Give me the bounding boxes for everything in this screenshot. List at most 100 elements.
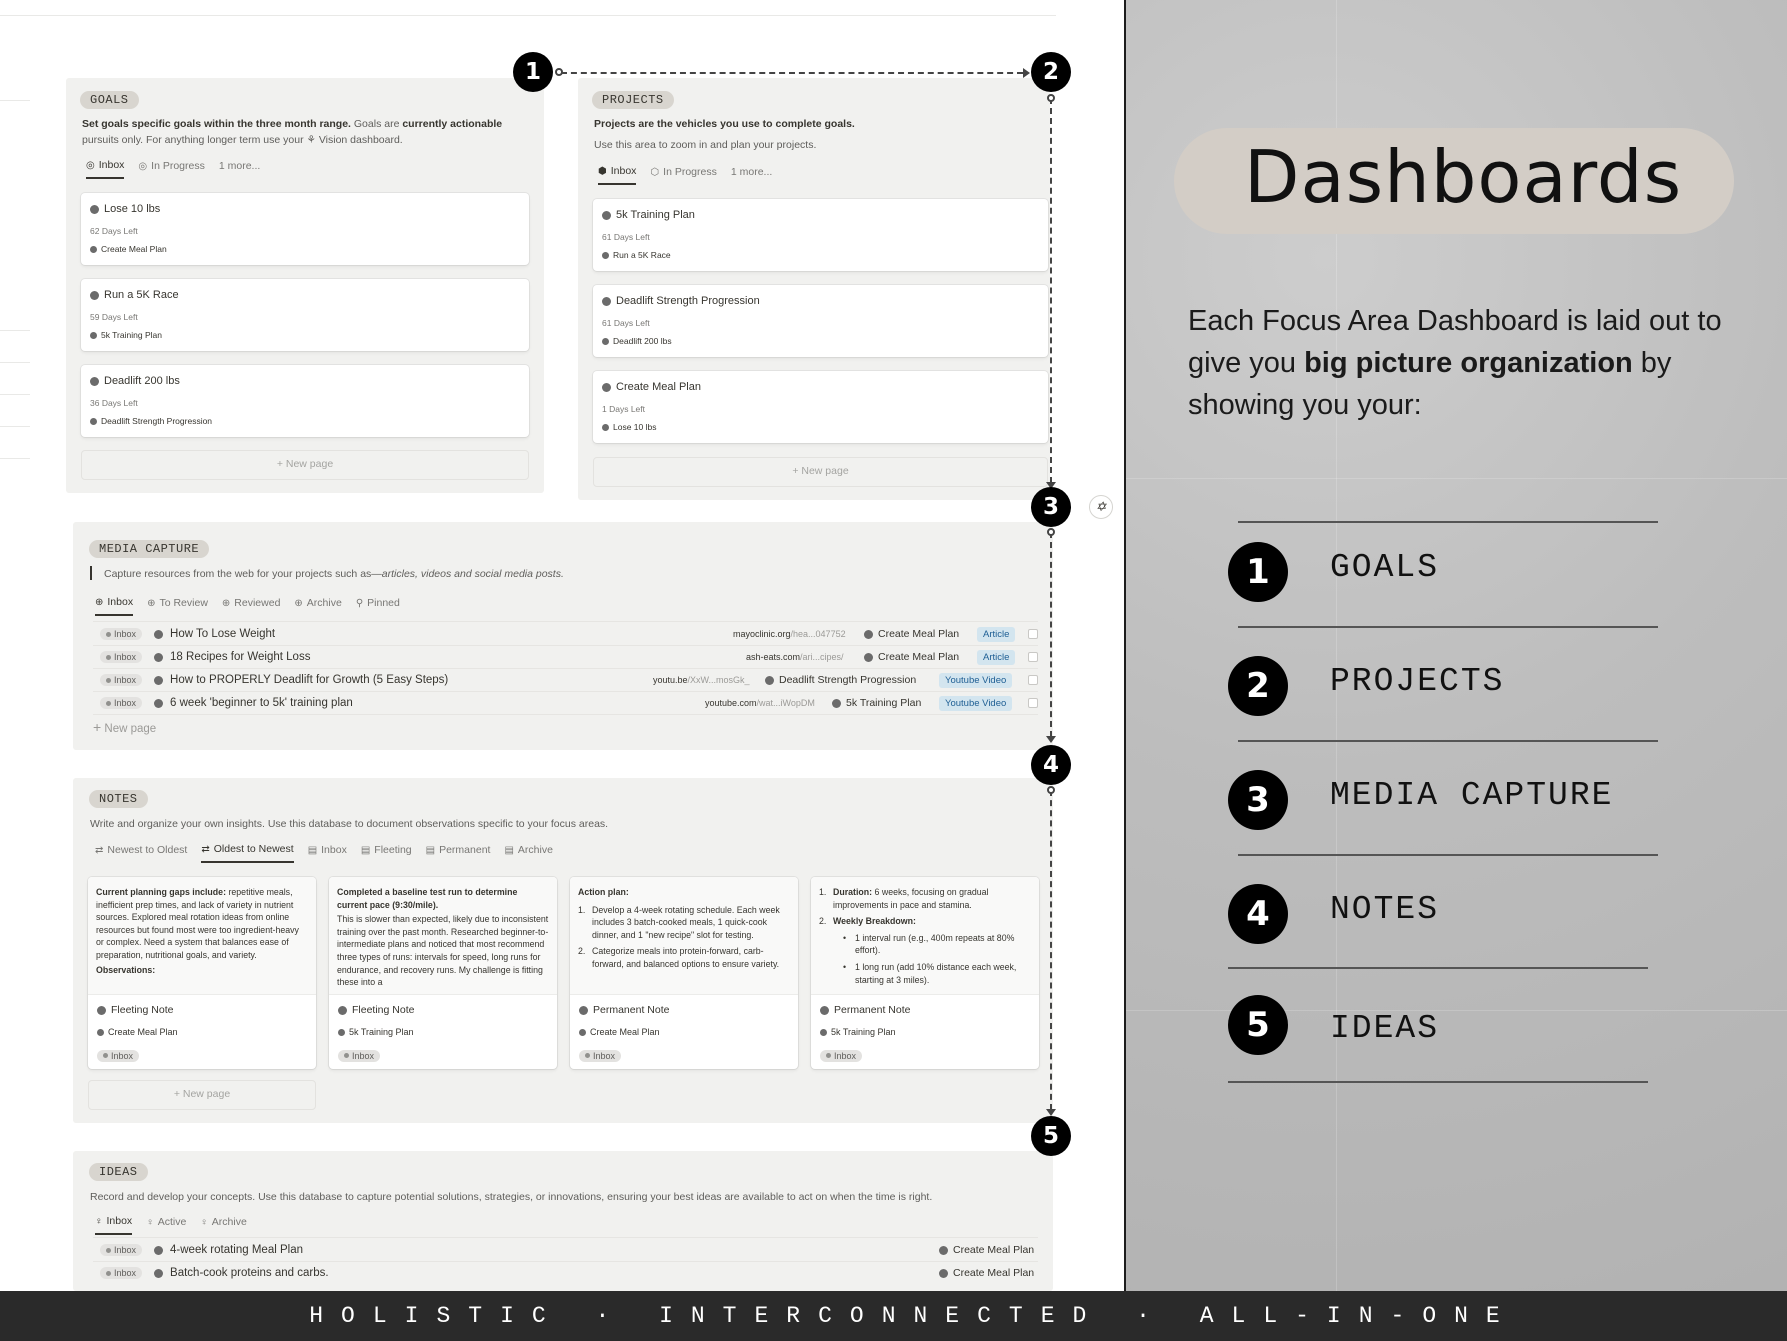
- document-icon: ▤: [307, 844, 318, 856]
- table-row[interactable]: Inbox Batch-cook proteins and carbs.: [100, 1262, 1020, 1284]
- related-goal[interactable]: Deadlift 200 lbs: [613, 336, 672, 346]
- related-project[interactable]: 5k Training Plan: [832, 697, 921, 709]
- media-url[interactable]: youtu.be/XxW...mosGk_: [653, 675, 750, 685]
- projects-description: Projects are the vehicles you use to com…: [594, 118, 855, 151]
- related-project[interactable]: Deadlift Strength Progression: [101, 416, 212, 426]
- project-icon: [864, 629, 873, 639]
- related-project[interactable]: 5k Training Plan: [101, 330, 162, 340]
- related-project[interactable]: 5k Training Plan: [831, 1027, 896, 1037]
- project-icon: [97, 1028, 104, 1036]
- status-badge: Inbox: [338, 1049, 381, 1062]
- checkbox[interactable]: [1028, 698, 1038, 708]
- person-icon: [154, 698, 164, 708]
- media-title[interactable]: How to PROPERLY Deadlift for Growth (5 E…: [170, 674, 448, 686]
- note-icon: [820, 1005, 829, 1015]
- top-divider: [0, 15, 1056, 16]
- vision-link[interactable]: Vision: [319, 134, 347, 146]
- goal-card[interactable]: Lose 10 lbs 62 Days Left Create Meal Pla…: [81, 193, 529, 265]
- tab-notes-permanent[interactable]: ▤ Permanent: [426, 843, 491, 863]
- notes-tabs: ⇄ Newest to Oldest ⇄ Oldest to Newest ▤ Inb…: [95, 843, 553, 863]
- checkbox[interactable]: [1028, 652, 1038, 662]
- list-divider: [1238, 626, 1658, 628]
- related-project[interactable]: Create Meal Plan: [108, 1027, 178, 1037]
- media-title[interactable]: How To Lose Weight: [170, 628, 275, 640]
- tab-projects-more[interactable]: 1 more...: [731, 165, 772, 185]
- related-project[interactable]: Deadlift Strength Progression: [765, 674, 916, 686]
- related-project[interactable]: Create Meal Plan: [939, 1244, 1034, 1256]
- note-card[interactable]: Action plan: 1. Develop a 4-week rotating…: [570, 877, 798, 1069]
- media-url[interactable]: ash-eats.com/ari...cipes/: [746, 652, 844, 662]
- dashboards-info-panel: Dashboards Each Focus Area Dashboard is …: [1126, 0, 1787, 1291]
- project-card[interactable]: 5k Training Plan 61 Days Left Run a 5K R…: [593, 199, 1048, 271]
- tab-media-to-review[interactable]: ⊕ To Review: [147, 596, 208, 616]
- related-goal[interactable]: Run a 5K Race: [613, 250, 671, 260]
- related-project[interactable]: Create Meal Plan: [864, 651, 959, 663]
- list-item-label: NOTES: [1330, 891, 1440, 928]
- tab-projects-in-progress[interactable]: ⬡ In Progress: [650, 165, 716, 185]
- related-goal[interactable]: Lose 10 lbs: [613, 422, 656, 432]
- checkbox[interactable]: [1028, 629, 1038, 639]
- lightbulb-icon: [154, 1245, 164, 1255]
- globe-icon: ⊕: [221, 597, 231, 609]
- tab-newest-to-oldest[interactable]: ⇄ Newest to Oldest: [95, 843, 187, 863]
- new-page-button[interactable]: + New page: [93, 719, 156, 735]
- checkbox[interactable]: [1028, 675, 1038, 685]
- tab-goals-inbox[interactable]: ◎ Inbox: [86, 159, 125, 179]
- projects-tag: PROJECTS: [592, 91, 674, 109]
- note-card[interactable]: Completed a baseline test run to determi…: [329, 877, 557, 1069]
- tab-notes-inbox[interactable]: ▤ Inbox: [308, 843, 347, 863]
- tab-goals-more[interactable]: 1 more...: [219, 159, 260, 179]
- notes-description: Write and organize your own insights. Us…: [90, 818, 609, 830]
- list-divider: [1238, 854, 1658, 856]
- related-project[interactable]: Create Meal Plan: [590, 1027, 660, 1037]
- project-card[interactable]: Create Meal Plan 1 Days Left Lose 10 lbs: [593, 371, 1048, 443]
- related-project[interactable]: Create Meal Plan: [864, 628, 959, 640]
- idea-title[interactable]: 4-week rotating Meal Plan: [170, 1244, 303, 1256]
- table-row[interactable]: Inbox 4-week rotating Meal Plan: [100, 1239, 1020, 1261]
- list-divider: [1238, 521, 1658, 523]
- list-number: 1: [1228, 542, 1288, 602]
- media-url[interactable]: mayoclinic.org/hea...047752: [733, 629, 846, 639]
- tab-notes-archive[interactable]: ▤ Archive: [504, 843, 552, 863]
- list-item-label: MEDIA CAPTURE: [1330, 777, 1614, 814]
- media-title[interactable]: 6 week 'beginner to 5k' training plan: [170, 697, 353, 709]
- new-page-button[interactable]: + New page: [81, 450, 529, 480]
- related-project[interactable]: Create Meal Plan: [101, 244, 167, 254]
- page-title: Dashboards: [1244, 135, 1683, 219]
- goal-card[interactable]: Deadlift 200 lbs 36 Days Left Deadlift S…: [81, 365, 529, 437]
- type-tag: Youtube Video: [939, 696, 1013, 711]
- note-card[interactable]: 1. Duration: 6 weeks, focusing on gradual…: [811, 877, 1039, 1069]
- document-icon: ▤: [425, 844, 436, 856]
- goal-icon: [602, 337, 609, 345]
- new-page-button[interactable]: + New page: [88, 1080, 316, 1110]
- tab-media-archive[interactable]: ⊕ Archive: [294, 596, 341, 616]
- globe-icon: ⊕: [95, 596, 104, 608]
- tab-ideas-archive[interactable]: ♀ Archive: [200, 1215, 247, 1235]
- note-card[interactable]: Current planning gaps include: repetitiv…: [88, 877, 316, 1069]
- tab-ideas-active[interactable]: ♀ Active: [146, 1215, 186, 1235]
- tab-media-pinned[interactable]: ⚲ Pinned: [356, 596, 400, 616]
- idea-title[interactable]: Batch-cook proteins and carbs.: [170, 1267, 329, 1279]
- tab-oldest-to-newest[interactable]: ⇄ Oldest to Newest: [201, 843, 294, 863]
- ideas-tabs: ♀ Inbox ♀ Active ♀ Archive: [95, 1215, 247, 1235]
- arrow-right-icon: [1023, 68, 1030, 78]
- tab-projects-inbox[interactable]: ⬢ Inbox: [598, 165, 637, 185]
- goal-card[interactable]: Run a 5K Race 59 Days Left 5k Training P…: [81, 279, 529, 351]
- related-project[interactable]: Create Meal Plan: [939, 1267, 1034, 1279]
- tab-ideas-inbox[interactable]: ♀ Inbox: [95, 1215, 133, 1235]
- row-divider: [93, 714, 1038, 715]
- connector-line: [1050, 532, 1052, 737]
- sort-icon: ⇄: [95, 844, 104, 856]
- new-page-button[interactable]: + New page: [593, 457, 1048, 487]
- tab-notes-fleeting[interactable]: ▤ Fleeting: [361, 843, 412, 863]
- goals-description: Set goals specific goals within the thre…: [82, 118, 503, 146]
- note-preview: 1. Duration: 6 weeks, focusing on gradual…: [811, 877, 1039, 995]
- project-card[interactable]: Deadlift Strength Progression 61 Days Le…: [593, 285, 1048, 357]
- related-project[interactable]: 5k Training Plan: [349, 1027, 414, 1037]
- tab-goals-in-progress[interactable]: ◎ In Progress: [138, 159, 204, 179]
- tab-media-reviewed[interactable]: ⊕ Reviewed: [222, 596, 281, 616]
- tab-media-inbox[interactable]: ⊕ Inbox: [95, 596, 134, 616]
- media-title[interactable]: 18 Recipes for Weight Loss: [170, 651, 310, 663]
- media-url[interactable]: youtube.com/wat...iWopDM: [705, 698, 815, 708]
- ai-assistant-button[interactable]: ✡: [1089, 495, 1113, 519]
